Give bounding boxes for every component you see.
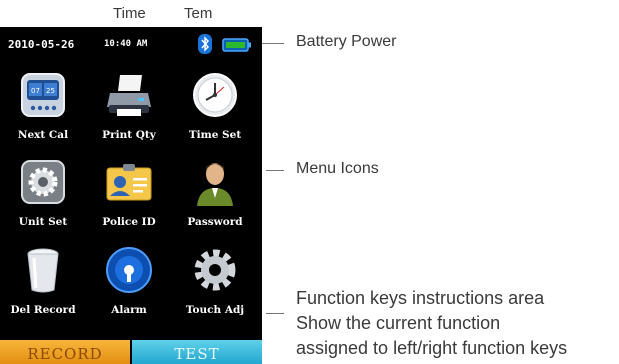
svg-text:25: 25	[46, 87, 55, 95]
function-keys-annotation: Function keys instructions area Show the…	[296, 286, 567, 361]
bluetooth-icon	[198, 34, 212, 54]
menu-item-label: Next Cal	[17, 129, 69, 141]
function-leader-line	[266, 313, 284, 314]
function-keys-line-1: Function keys instructions area	[296, 288, 545, 308]
menu-item-police-id[interactable]: Police ID	[86, 154, 172, 238]
menu-item-touch-adj[interactable]: Touch Adj	[172, 242, 258, 326]
alarm-icon	[106, 247, 152, 293]
menu-item-label: Password	[187, 216, 243, 228]
device-screen: 2010-05-26 10:40 AM 07 25 Next Cal Print…	[0, 27, 262, 364]
menu-item-unit-set[interactable]: Unit Set	[0, 154, 86, 238]
calendar-icon: 07 25	[21, 73, 65, 117]
printer-icon	[107, 75, 151, 116]
menu-item-time-set[interactable]: Time Set	[172, 67, 258, 151]
menu-item-label: Del Record	[10, 304, 76, 316]
battery-power-annotation: Battery Power	[296, 33, 397, 50]
menu-item-label: Time Set	[188, 129, 242, 141]
menu-item-label: Alarm	[111, 304, 147, 316]
menu-item-next-cal[interactable]: 07 25 Next Cal	[0, 67, 86, 151]
record-function-key[interactable]: RECORD	[0, 340, 130, 364]
status-date: 2010-05-26	[8, 38, 75, 51]
menu-leader-line	[266, 170, 284, 171]
time-annotation: Time	[113, 5, 146, 22]
svg-text:07: 07	[31, 87, 40, 95]
test-function-key[interactable]: TEST	[132, 340, 262, 364]
menu-item-alarm[interactable]: Alarm	[86, 242, 172, 326]
menu-item-label: Police ID	[102, 216, 156, 228]
menu-item-label: Unit Set	[18, 216, 68, 228]
id-badge-icon	[106, 164, 152, 201]
cog-icon	[194, 249, 236, 291]
menu-item-password[interactable]: Password	[172, 154, 258, 238]
status-bar: 2010-05-26 10:40 AM	[0, 27, 262, 63]
function-keys-line-2: Show the current function	[296, 313, 501, 333]
status-time: 10:40 AM	[104, 39, 148, 49]
menu-item-print-qty[interactable]: Print Qty	[86, 67, 172, 151]
function-keys-line-3: assigned to left/right function keys	[296, 338, 568, 358]
tem-annotation: Tem	[184, 5, 213, 22]
menu-item-label: Touch Adj	[185, 304, 245, 316]
menu-icons-annotation: Menu Icons	[296, 160, 379, 177]
gear-box-icon	[21, 160, 65, 204]
trash-icon	[27, 248, 59, 293]
menu-item-del-record[interactable]: Del Record	[0, 242, 86, 326]
clock-icon	[193, 73, 237, 117]
person-icon	[197, 163, 233, 206]
battery-icon	[222, 38, 251, 52]
menu-item-label: Print Qty	[102, 129, 156, 141]
